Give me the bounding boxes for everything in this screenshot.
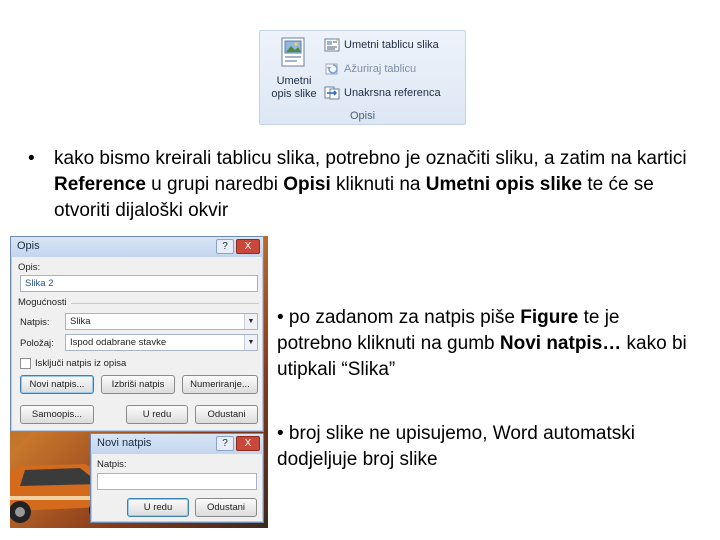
label-select-value: Slika bbox=[70, 316, 91, 327]
bold-run: Figure bbox=[520, 307, 579, 328]
chevron-down-icon: ▼ bbox=[244, 335, 257, 350]
ribbon-group-label: Opisi bbox=[349, 110, 376, 122]
update-table-button[interactable]: Ažuriraj tablicu bbox=[324, 60, 416, 78]
numbering-button[interactable]: Numeriranje... bbox=[182, 375, 258, 394]
insert-caption-button[interactable]: Umetni opis slike bbox=[266, 35, 322, 101]
bullet-instruction-3: • broj slike ne upisujemo, Word automats… bbox=[277, 423, 635, 470]
text-run: kliknuti na bbox=[330, 174, 426, 195]
caption-dialog: Opis ? X Opis: Slika 2 Mogućnosti Natpis… bbox=[10, 236, 264, 432]
bullet-instruction-2: • po zadanom za natpis piše Figure te je… bbox=[277, 305, 697, 383]
position-field-label: Položaj: bbox=[20, 338, 54, 349]
table-of-figures-icon bbox=[324, 38, 340, 52]
label-field-label: Natpis: bbox=[20, 317, 50, 328]
bold-run: Novi natpis… bbox=[499, 333, 622, 354]
dialog-screenshot: Opis ? X Opis: Slika 2 Mogućnosti Natpis… bbox=[10, 236, 268, 528]
new-label-dialog-title: Novi natpis bbox=[97, 437, 152, 449]
new-label-dialog-titlebar: Novi natpis ? X bbox=[91, 434, 263, 454]
ok-button[interactable]: U redu bbox=[126, 405, 188, 424]
text-run: kako bismo kreirali tablicu slika, potre… bbox=[54, 148, 687, 169]
options-divider bbox=[71, 303, 259, 304]
position-select[interactable]: Ispod odabrane stavke ▼ bbox=[65, 334, 258, 351]
new-label-field-label: Natpis: bbox=[97, 459, 127, 470]
caption-label: Opis: bbox=[18, 262, 41, 273]
cross-reference-icon bbox=[324, 86, 340, 100]
update-table-icon bbox=[325, 63, 338, 75]
options-heading: Mogućnosti bbox=[18, 297, 67, 308]
text-run: u grupi naredbi bbox=[145, 174, 284, 195]
cross-reference-label: Unakrsna referenca bbox=[344, 87, 441, 99]
exclude-label-checkbox[interactable] bbox=[20, 358, 31, 369]
delete-label-button[interactable]: Izbriši natpis bbox=[101, 375, 175, 394]
position-select-value: Ispod odabrane stavke bbox=[70, 337, 167, 348]
bold-run: Opisi bbox=[283, 174, 331, 195]
help-button[interactable]: ? bbox=[216, 436, 234, 451]
close-button[interactable]: X bbox=[236, 239, 260, 254]
insert-caption-icon bbox=[281, 37, 305, 67]
label-select[interactable]: Slika ▼ bbox=[65, 313, 258, 330]
cross-reference-button[interactable]: Unakrsna referenca bbox=[324, 84, 441, 102]
caption-dialog-titlebar: Opis ? X bbox=[11, 237, 263, 257]
new-label-cancel-button[interactable]: Odustani bbox=[195, 498, 257, 517]
insert-table-of-figures-label: Umetni tablicu slika bbox=[344, 39, 439, 51]
exclude-label-text: Isključi natpis iz opisa bbox=[35, 358, 127, 369]
bullet-dot: • bbox=[28, 148, 35, 169]
close-button[interactable]: X bbox=[236, 436, 260, 451]
new-label-ok-button[interactable]: U redu bbox=[127, 498, 189, 517]
text-run: • po zadanom za natpis piše bbox=[277, 307, 521, 328]
new-label-dialog: Novi natpis ? X Natpis: U redu Odustani bbox=[90, 433, 264, 523]
update-table-label: Ažuriraj tablicu bbox=[344, 63, 417, 75]
ribbon-group-opisi: Umetni opis slike Umetni tablicu slika A… bbox=[259, 30, 466, 125]
cancel-button[interactable]: Odustani bbox=[195, 405, 258, 424]
bold-run: Reference bbox=[54, 174, 146, 195]
bullet-1-text: kako bismo kreirali tablicu slika, potre… bbox=[28, 146, 708, 224]
new-label-button[interactable]: Novi natpis... bbox=[20, 375, 94, 394]
insert-table-of-figures-button[interactable]: Umetni tablicu slika bbox=[324, 36, 439, 54]
caption-text-field[interactable]: Slika 2 bbox=[20, 275, 258, 292]
caption-dialog-title: Opis bbox=[17, 240, 40, 252]
autocaption-button[interactable]: Samoopis... bbox=[20, 405, 94, 424]
new-label-input[interactable] bbox=[97, 473, 257, 490]
help-button[interactable]: ? bbox=[216, 239, 234, 254]
chevron-down-icon: ▼ bbox=[244, 314, 257, 329]
insert-caption-label: Umetni opis slike bbox=[271, 75, 317, 100]
bullet-instruction-1: • kako bismo kreirali tablicu slika, pot… bbox=[28, 146, 708, 224]
bold-run: Umetni opis slike bbox=[425, 174, 583, 195]
